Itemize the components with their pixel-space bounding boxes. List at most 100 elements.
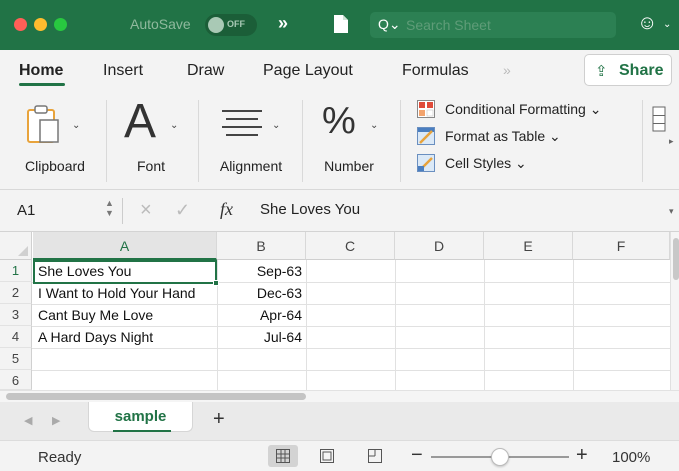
group-divider — [400, 100, 401, 182]
font-label: Font — [136, 158, 165, 174]
title-bar: AutoSave OFF » Q⌄ Search Sheet ☺ ⌄ — [0, 0, 679, 50]
font-icon: A — [124, 95, 157, 148]
alignment-icon — [222, 110, 262, 136]
column-header-f[interactable]: F — [573, 232, 670, 260]
vertical-scrollbar[interactable] — [670, 232, 679, 390]
group-divider — [106, 100, 107, 182]
zoom-out-button[interactable]: − — [411, 444, 423, 467]
zoom-window-button[interactable] — [54, 18, 67, 31]
spreadsheet-grid[interactable]: A B C D E F 1 2 3 4 5 6 She Loves You Se… — [0, 232, 679, 390]
tab-insert[interactable]: Insert — [103, 62, 143, 80]
ribbon-tabs: Home Insert Draw Page Layout Formulas » … — [0, 50, 679, 94]
column-header-c[interactable]: C — [306, 232, 395, 260]
minimize-window-button[interactable] — [34, 18, 47, 31]
cell-styles-icon — [417, 154, 435, 172]
chevron-down-icon: ⌄ — [370, 120, 379, 131]
fill-handle[interactable] — [213, 280, 219, 286]
font-group[interactable]: A ⌄ Font — [112, 94, 190, 186]
clipboard-group[interactable]: ⌄ Clipboard — [10, 94, 100, 186]
autosave-toggle[interactable]: OFF — [205, 14, 257, 36]
grid-line — [306, 260, 307, 390]
zoom-slider-knob[interactable] — [491, 448, 509, 466]
normal-view-button[interactable] — [268, 445, 298, 467]
active-sheet-indicator — [113, 430, 171, 432]
column-header-b[interactable]: B — [217, 232, 306, 260]
conditional-formatting-label: Conditional Formatting ⌄ — [445, 101, 602, 117]
name-box[interactable]: A1 — [17, 202, 35, 219]
group-divider — [198, 100, 199, 182]
cancel-icon[interactable]: × — [140, 199, 152, 222]
document-icon[interactable] — [333, 14, 349, 34]
sheet-tab-label: sample — [114, 408, 167, 425]
row-header[interactable]: 3 — [0, 304, 32, 326]
clipboard-icon — [27, 105, 59, 143]
search-sheet-input[interactable]: Q⌄ Search Sheet — [370, 12, 616, 38]
cell-b2[interactable]: Dec-63 — [220, 282, 302, 304]
add-sheet-button[interactable]: + — [213, 408, 225, 431]
close-window-button[interactable] — [14, 18, 27, 31]
selected-cell-outline — [33, 260, 217, 284]
zoom-in-button[interactable]: + — [576, 444, 588, 467]
toggle-knob — [208, 17, 224, 33]
page-layout-icon — [320, 449, 334, 463]
cell-a2[interactable]: I Want to Hold Your Hand — [38, 282, 214, 304]
next-sheet-icon[interactable]: ▶ — [52, 414, 60, 427]
grid-line — [484, 260, 485, 390]
status-text: Ready — [38, 449, 82, 466]
formula-bar: A1 ▲ ▼ × ✓ fx She Loves You ▾ — [0, 190, 679, 232]
select-all-button[interactable] — [0, 232, 32, 260]
confirm-icon[interactable]: ✓ — [175, 200, 190, 221]
grid-view-icon — [276, 449, 290, 463]
column-header-a[interactable]: A — [33, 232, 217, 260]
tab-draw[interactable]: Draw — [187, 62, 224, 80]
cell-b1[interactable]: Sep-63 — [220, 260, 302, 282]
grid-line — [573, 260, 574, 390]
zoom-level[interactable]: 100% — [612, 449, 650, 466]
column-header-d[interactable]: D — [395, 232, 484, 260]
column-header-e[interactable]: E — [484, 232, 573, 260]
cells-group-icon[interactable] — [652, 106, 666, 132]
cell-b3[interactable]: Apr-64 — [220, 304, 302, 326]
sheet-tab-sample[interactable]: sample — [88, 402, 193, 432]
tab-home[interactable]: Home — [19, 62, 63, 80]
share-button[interactable]: ⇪ Share — [584, 54, 672, 86]
tab-page-layout[interactable]: Page Layout — [263, 62, 353, 80]
insert-function-icon[interactable]: fx — [220, 199, 233, 220]
chevron-right-icon[interactable]: ▸ — [669, 136, 674, 147]
cell-a3[interactable]: Cant Buy Me Love — [38, 304, 214, 326]
feedback-smile-icon[interactable]: ☺ — [637, 12, 657, 35]
group-divider — [642, 100, 643, 182]
page-layout-view-button[interactable] — [312, 445, 342, 467]
alignment-label: Alignment — [219, 158, 283, 174]
cell-b4[interactable]: Jul-64 — [220, 326, 302, 348]
name-box-stepper-icon[interactable]: ▲ ▼ — [105, 198, 114, 218]
status-bar: Ready − + 100% — [0, 440, 679, 471]
cell-a4[interactable]: A Hard Days Night — [38, 326, 214, 348]
more-commands-icon[interactable]: » — [278, 13, 288, 34]
autosave-state: OFF — [227, 19, 245, 29]
grid-line — [395, 260, 396, 390]
page-break-view-button[interactable] — [360, 445, 390, 467]
formula-input[interactable]: She Loves You — [260, 201, 360, 218]
horizontal-scroll-thumb[interactable] — [6, 393, 306, 400]
horizontal-scrollbar[interactable] — [0, 390, 679, 402]
chevron-down-icon[interactable]: ⌄ — [663, 19, 671, 30]
previous-sheet-icon[interactable]: ◀ — [24, 414, 32, 427]
grid-line — [32, 348, 670, 349]
tab-formulas[interactable]: Formulas — [402, 62, 469, 80]
vertical-scroll-thumb[interactable] — [673, 238, 679, 280]
ribbon: ⌄ Clipboard A ⌄ Font ⌄ Alignment % ⌄ Num… — [0, 94, 679, 190]
chevron-down-icon[interactable]: ▾ — [669, 206, 674, 217]
clipboard-label: Clipboard — [25, 158, 85, 174]
more-tabs-icon[interactable]: » — [503, 62, 511, 78]
row-header[interactable]: 6 — [0, 370, 32, 390]
row-header[interactable]: 5 — [0, 348, 32, 370]
row-header[interactable]: 4 — [0, 326, 32, 348]
alignment-group[interactable]: ⌄ Alignment — [206, 94, 296, 186]
search-icon: Q⌄ — [378, 16, 401, 32]
number-group[interactable]: % ⌄ Number — [310, 94, 388, 186]
row-header[interactable]: 2 — [0, 282, 32, 304]
cell-styles-label: Cell Styles ⌄ — [445, 155, 527, 171]
row-header[interactable]: 1 — [0, 260, 32, 282]
format-as-table-icon — [417, 127, 435, 145]
